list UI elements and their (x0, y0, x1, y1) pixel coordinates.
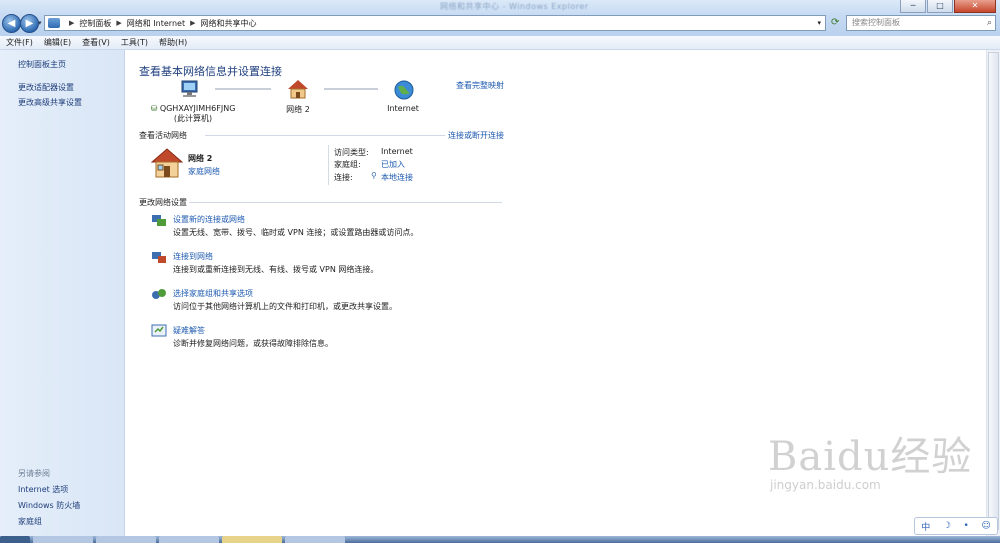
task-homegroup-sharing-desc: 访问位于其他网络计算机上的文件和打印机，或更改共享设置。 (173, 302, 397, 311)
task-connect-network-desc: 连接到或重新连接到无线、有线、拨号或 VPN 网络连接。 (173, 265, 379, 274)
map-connector-line (215, 88, 271, 90)
network-house-icon (288, 80, 308, 99)
connect-network-icon (152, 252, 166, 263)
baidu-watermark: Baidu经验 jingyan.baidu.com (768, 436, 980, 492)
window-title: 网络和共享中心 - Windows Explorer (440, 2, 589, 11)
access-type-label: 访问类型: (334, 148, 369, 157)
home-network-icon (151, 148, 183, 178)
minimize-button[interactable]: ─ (900, 0, 926, 13)
connect-disconnect-link[interactable]: 连接或断开连接 (448, 130, 504, 141)
homegroup-joined-link[interactable]: 已加入 (381, 159, 405, 170)
task-troubleshoot-link[interactable]: 疑难解答 (173, 325, 205, 336)
watermark-sub: jingyan.baidu.com (770, 478, 881, 492)
map-connector-line (324, 88, 378, 90)
see-also-title: 另请参阅 (18, 469, 50, 478)
section-divider (205, 135, 445, 136)
active-networks-header: 查看活动网络 (139, 131, 187, 140)
taskbar-item[interactable] (222, 536, 282, 543)
maximize-button[interactable]: □ (927, 0, 953, 13)
back-button[interactable]: ◀ (2, 14, 21, 33)
search-input[interactable]: 搜索控制面板 ⌕ (846, 15, 996, 31)
menu-view[interactable]: 查看(V) (76, 36, 115, 49)
change-settings-header: 更改网络设置 (139, 198, 187, 207)
close-button[interactable]: ✕ (954, 0, 996, 13)
address-bar[interactable]: ▶ 控制面板 ▶ 网络和 Internet ▶ 网络和共享中心 ▾ (44, 15, 826, 31)
sidebar-item-control-panel-home[interactable]: 控制面板主页 (18, 59, 66, 70)
section-divider (189, 202, 502, 203)
internet-globe-icon (394, 80, 414, 100)
see-also-homegroup[interactable]: 家庭组 (18, 516, 42, 527)
taskbar-start[interactable] (0, 536, 30, 543)
task-homegroup-sharing-link[interactable]: 选择家庭组和共享选项 (173, 288, 253, 299)
task-troubleshoot-desc: 诊断并修复网络问题，或获得故障排除信息。 (173, 339, 333, 348)
network-type-link[interactable]: 家庭网络 (188, 166, 220, 177)
troubleshoot-icon (151, 324, 167, 337)
forward-button[interactable]: ▶ (20, 14, 39, 33)
taskbar-item[interactable] (285, 536, 345, 543)
scrollbar-thumb[interactable] (988, 52, 999, 530)
see-also-internet-options[interactable]: Internet 选项 (18, 484, 68, 495)
network-name: 网络 2 (188, 154, 213, 163)
access-type-value: Internet (381, 147, 413, 156)
ime-moon-icon[interactable]: ☽ (943, 521, 951, 531)
map-internet-label: Internet (387, 104, 419, 113)
breadcrumb-network-sharing-center[interactable]: 网络和共享中心 (200, 18, 256, 29)
menu-file[interactable]: 文件(F) (0, 36, 38, 49)
title-bar: 网络和共享中心 - Windows Explorer ─ □ ✕ ◀ ▶ ▾ ▶… (0, 0, 1000, 37)
breadcrumb-separator[interactable]: ▶ (116, 19, 121, 27)
menu-bar: 文件(F) 编辑(E) 查看(V) 工具(T) 帮助(H) (0, 36, 1000, 50)
page-title: 查看基本网络信息并设置连接 (139, 65, 282, 78)
search-icon[interactable]: ⌕ (987, 16, 992, 30)
homegroup-sharing-icon (152, 289, 166, 299)
sidebar-item-advanced-sharing[interactable]: 更改高级共享设置 (18, 97, 82, 108)
breadcrumb-separator[interactable]: ▶ (190, 19, 195, 27)
task-connect-network-link[interactable]: 连接到网络 (173, 251, 213, 262)
address-dropdown-icon[interactable]: ▾ (817, 19, 821, 27)
vertical-scrollbar[interactable] (986, 50, 1000, 536)
ime-language-label[interactable]: 中 (921, 520, 930, 533)
vertical-divider (328, 145, 329, 185)
taskbar-item[interactable] (33, 536, 93, 543)
see-also-windows-firewall[interactable]: Windows 防火墙 (18, 500, 80, 511)
menu-help[interactable]: 帮助(H) (153, 36, 192, 49)
map-computer-sub: (此计算机) (173, 114, 213, 123)
task-setup-connection-link[interactable]: 设置新的连接或网络 (173, 214, 245, 225)
control-panel-icon (48, 18, 60, 28)
breadcrumb-control-panel[interactable]: 控制面板 (79, 18, 111, 29)
local-connection-link[interactable]: 本地连接 (381, 172, 413, 183)
recent-pages-dropdown[interactable]: ▾ (38, 19, 42, 27)
menu-edit[interactable]: 编辑(E) (38, 36, 76, 49)
map-network-label: 网络 2 (286, 105, 310, 114)
computer-name: QGHXAYJIMH6FJNG (159, 104, 236, 113)
sidebar: 控制面板主页 更改适配器设置 更改高级共享设置 另请参阅 Internet 选项… (0, 50, 125, 536)
taskbar (0, 536, 1000, 543)
map-computer-node: ⛁ QGHXAYJIMH6FJNG (此计算机) (133, 104, 253, 124)
sidebar-item-adapter-settings[interactable]: 更改适配器设置 (18, 82, 74, 93)
taskbar-item[interactable] (159, 536, 219, 543)
ime-dot-icon[interactable]: • (963, 521, 968, 531)
breadcrumb-separator[interactable]: ▶ (69, 19, 74, 27)
refresh-icon[interactable]: ⟳ (831, 17, 839, 28)
homegroup-label: 家庭组: (334, 160, 361, 169)
full-map-link[interactable]: 查看完整映射 (456, 80, 504, 91)
menu-tools[interactable]: 工具(T) (115, 36, 153, 49)
computer-icon (181, 80, 198, 97)
watermark-main: Baidu经验 (768, 434, 973, 480)
computer-small-icon: ⛁ (150, 104, 158, 113)
new-connection-icon (152, 215, 166, 226)
task-setup-connection-desc: 设置无线、宽带、拨号、临时或 VPN 连接；或设置路由器或访问点。 (173, 228, 419, 237)
ime-smile-icon[interactable]: ☺ (981, 521, 990, 531)
map-computer-name: ⛁ QGHXAYJIMH6FJNG (133, 104, 253, 113)
ime-toolbar[interactable]: 中 ☽ • ☺ (914, 517, 998, 535)
breadcrumb-network-internet[interactable]: 网络和 Internet (127, 18, 185, 29)
local-connection-icon: ⚲ (371, 171, 377, 180)
search-placeholder: 搜索控制面板 (852, 18, 900, 27)
connection-label: 连接: (334, 173, 353, 182)
taskbar-item[interactable] (96, 536, 156, 543)
window-controls: ─ □ ✕ (900, 0, 996, 13)
